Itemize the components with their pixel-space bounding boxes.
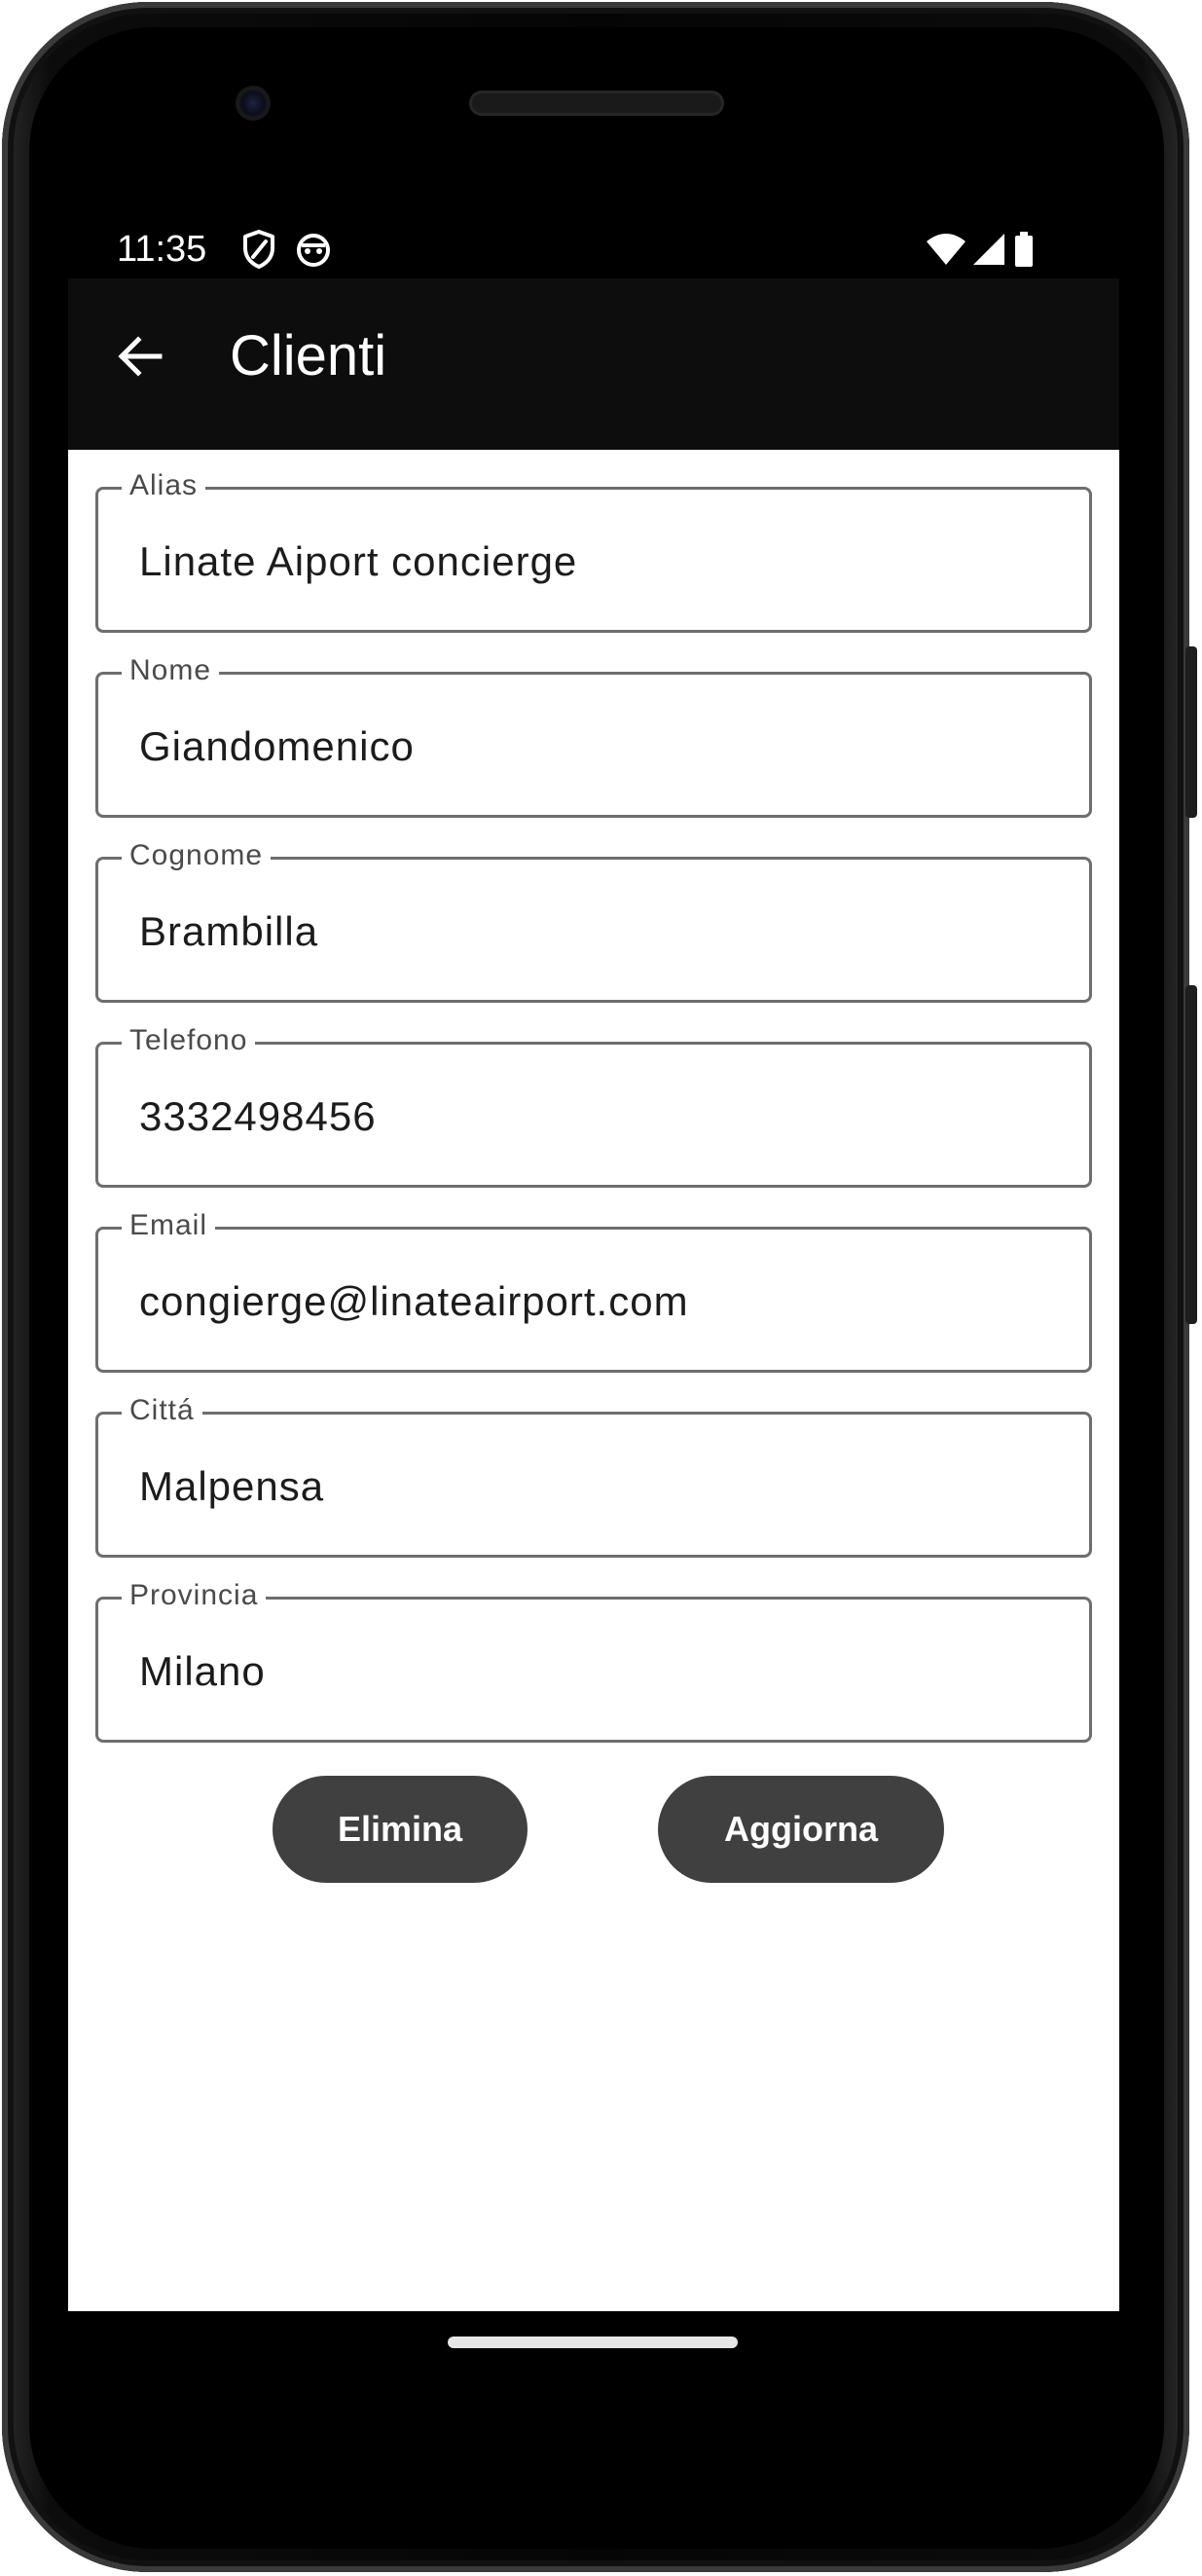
alias-field[interactable]: Alias Linate Aiport concierge <box>95 468 1092 633</box>
app-screen: Clienti Alias Linate Aiport concierge No… <box>68 278 1119 2311</box>
status-time: 11:35 <box>117 229 207 270</box>
arrow-back-icon <box>118 336 163 377</box>
provincia-value[interactable]: Milano <box>139 1644 1054 1699</box>
battery-icon <box>1012 228 1036 271</box>
citta-label: Cittá <box>122 1393 202 1428</box>
cellular-signal-icon <box>969 228 1008 271</box>
status-bar: 11:35 <box>68 222 1119 276</box>
alias-label: Alias <box>122 468 206 503</box>
telefono-value[interactable]: 3332498456 <box>139 1089 1054 1144</box>
nome-label: Nome <box>122 653 220 688</box>
shield-icon <box>239 228 278 271</box>
nome-field[interactable]: Nome Giandomenico <box>95 653 1092 818</box>
provincia-label: Provincia <box>122 1578 267 1613</box>
update-button[interactable]: Aggiorna <box>658 1776 944 1883</box>
page-title: Clienti <box>230 324 387 387</box>
cognome-value[interactable]: Brambilla <box>139 904 1054 959</box>
provincia-field[interactable]: Provincia Milano <box>95 1578 1092 1743</box>
cognome-label: Cognome <box>122 838 272 873</box>
delete-button[interactable]: Elimina <box>273 1776 528 1883</box>
telefono-label: Telefono <box>122 1023 256 1058</box>
nome-value[interactable]: Giandomenico <box>139 719 1054 774</box>
telefono-field[interactable]: Telefono 3332498456 <box>95 1023 1092 1188</box>
cognome-field[interactable]: Cognome Brambilla <box>95 838 1092 1003</box>
front-camera <box>236 86 271 121</box>
citta-field[interactable]: Cittá Malpensa <box>95 1393 1092 1558</box>
citta-value[interactable]: Malpensa <box>139 1459 1054 1514</box>
top-app-bar: Clienti <box>68 278 1119 450</box>
email-value[interactable]: congierge@linateairport.com <box>139 1274 1054 1329</box>
earpiece-speaker <box>469 91 724 116</box>
email-label: Email <box>122 1208 216 1243</box>
volume-button <box>1185 646 1197 818</box>
home-indicator[interactable] <box>448 2337 738 2348</box>
alias-value[interactable]: Linate Aiport concierge <box>139 534 1054 589</box>
back-button[interactable] <box>103 319 177 393</box>
email-field[interactable]: Email congierge@linateairport.com <box>95 1208 1092 1373</box>
power-button <box>1185 985 1197 1324</box>
app-notification-icon <box>294 228 333 271</box>
wifi-icon <box>925 228 967 271</box>
